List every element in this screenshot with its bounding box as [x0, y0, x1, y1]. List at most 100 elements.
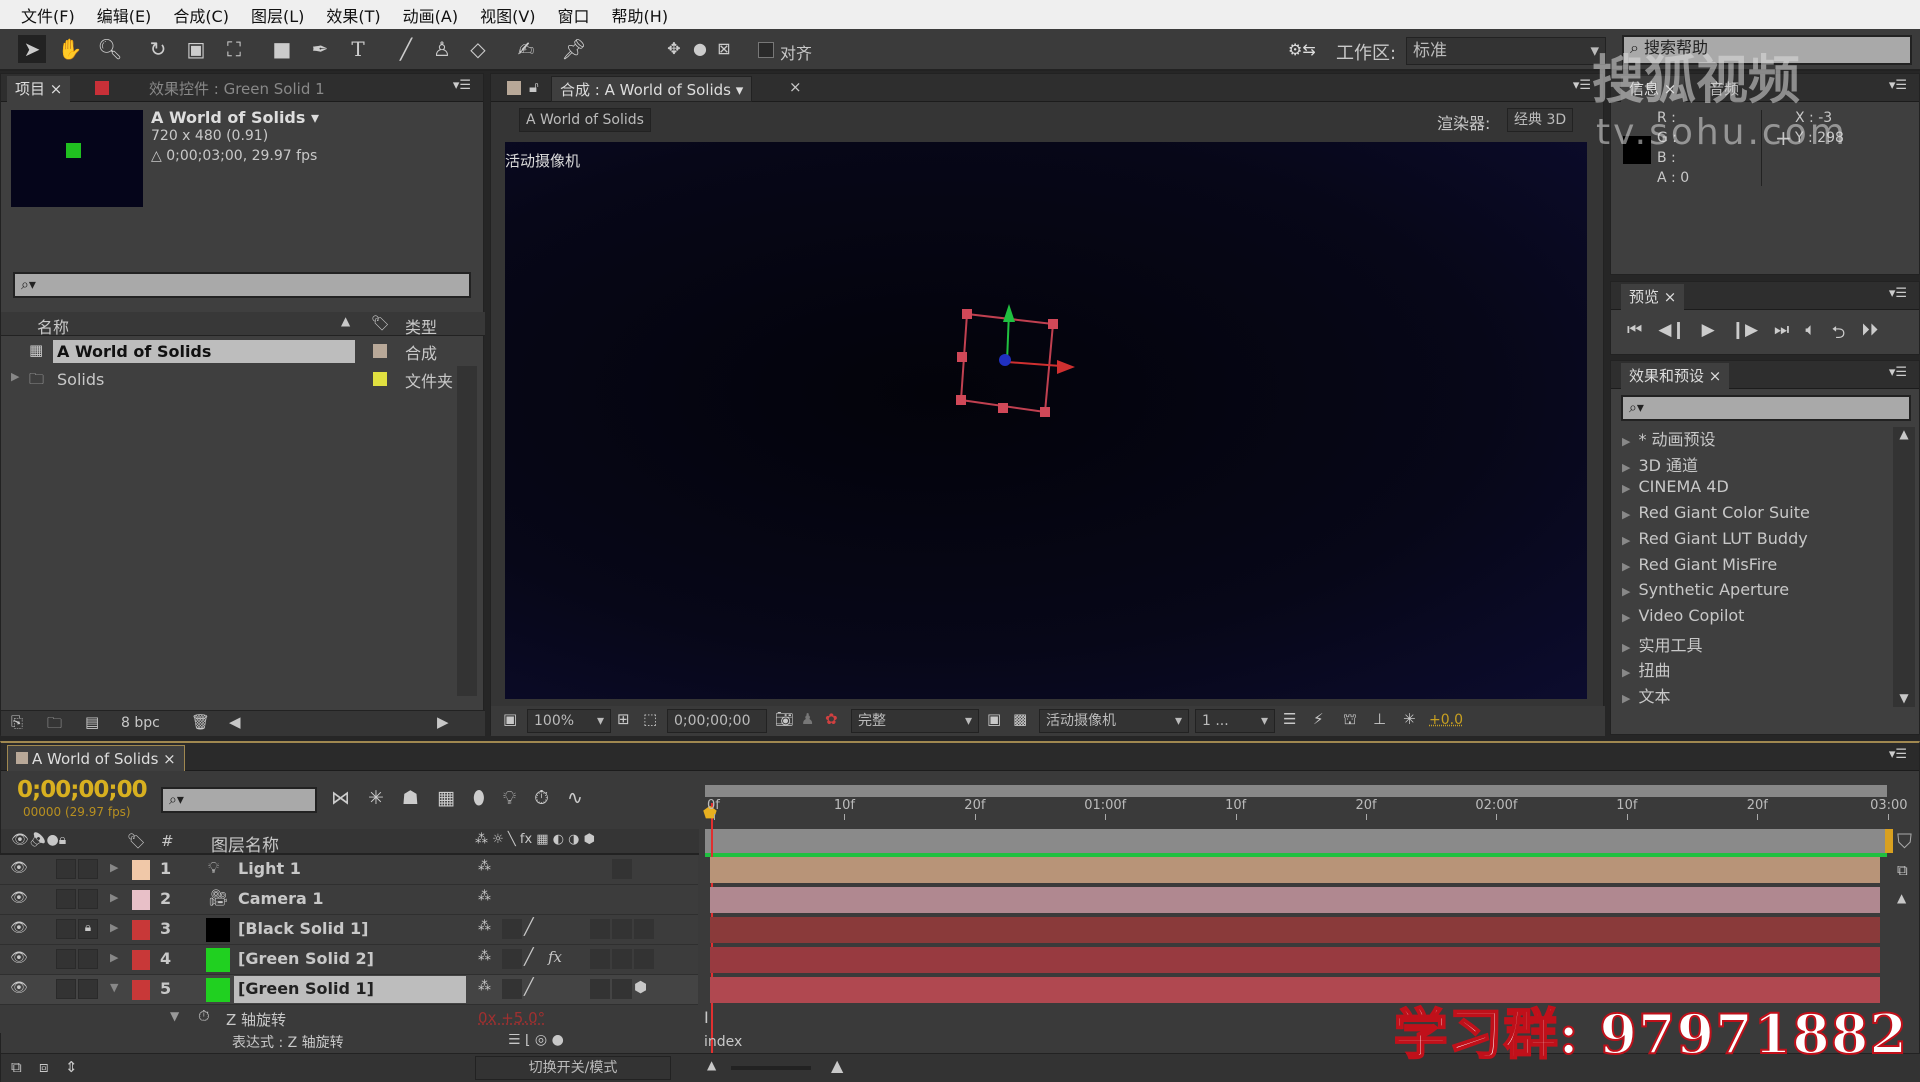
layer-duration-bar[interactable] — [710, 917, 1880, 943]
layer-switch[interactable] — [634, 919, 654, 939]
transparency-grid-icon[interactable]: ▩ — [1013, 710, 1027, 728]
collapse-icon[interactable]: ▼ — [110, 981, 118, 994]
menu-item[interactable]: 帮助(H) — [601, 3, 680, 27]
draft-3d-icon[interactable]: ✳ — [368, 787, 384, 809]
clone-stamp-tool-icon[interactable]: ♙ — [428, 35, 456, 63]
expression-text[interactable]: index — [704, 1034, 742, 1050]
timeline-icon[interactable]: ⛫ — [1343, 710, 1357, 730]
text-tool-icon[interactable]: T — [344, 35, 372, 63]
work-area-end-handle[interactable] — [1885, 829, 1893, 853]
workspace-sync-icon[interactable]: ⚙⇆ — [1288, 40, 1316, 59]
next-frame-icon[interactable]: ❙▶ — [1731, 320, 1758, 349]
play-icon[interactable]: ▶ — [1702, 320, 1715, 349]
layer-switch[interactable] — [612, 979, 632, 999]
expand-icon[interactable]: ▶ — [1622, 435, 1630, 448]
shy-switch-icon[interactable]: ⁂ — [478, 889, 491, 904]
project-item[interactable]: ▦ A World of Solids 合成 — [1, 338, 457, 365]
effects-scrollbar[interactable]: ▲ ▼ — [1893, 427, 1915, 707]
label-tag-icon[interactable]: 🏷︎ — [371, 314, 390, 332]
expand-icon[interactable]: ▶ — [11, 370, 19, 383]
layer-row[interactable]: 👁︎ ▶ 1 💡︎ Light 1 ⁂ — [0, 855, 698, 885]
new-folder-icon[interactable]: 🗀 — [47, 713, 62, 738]
brush-tool-icon[interactable]: ╱ — [392, 35, 420, 63]
bit-depth[interactable]: 8 bpc — [121, 715, 160, 731]
panel-menu-icon[interactable]: ▾☰ — [1573, 78, 1591, 93]
lock-switch[interactable] — [78, 889, 98, 909]
pixel-aspect-icon[interactable]: ☰ — [1283, 710, 1296, 728]
fast-previews-icon[interactable]: ⚡ — [1313, 710, 1324, 728]
roto-brush-tool-icon[interactable]: ✍ — [512, 35, 540, 63]
shy-switch-icon[interactable]: ⁂ — [478, 919, 491, 934]
scroll-right-icon[interactable]: ▶ — [437, 713, 449, 731]
effects-category[interactable]: ▶ Red Giant LUT Buddy — [1622, 529, 1808, 548]
layer-switch[interactable] — [612, 859, 632, 879]
solo-switch[interactable] — [56, 919, 76, 939]
expand-icon[interactable]: ▶ — [110, 891, 118, 904]
panel-menu-icon[interactable]: ▾☰ — [1889, 747, 1907, 762]
view-select[interactable]: 活动摄像机 ▾ — [1039, 709, 1189, 733]
panel-menu-icon[interactable]: ▾☰ — [453, 78, 471, 93]
collapse-switch[interactable] — [502, 979, 522, 999]
flowchart-icon[interactable]: ⊥ — [1373, 710, 1386, 728]
solo-switch[interactable] — [56, 979, 76, 999]
loop-icon[interactable]: ⮌ — [1832, 320, 1846, 349]
menu-item[interactable]: 文件(F) — [10, 3, 86, 27]
color-channels-icon[interactable]: ✿ — [825, 710, 838, 728]
panel-menu-icon[interactable]: ▾☰ — [1889, 78, 1907, 93]
tab-timeline-comp[interactable]: A World of Solids × — [7, 745, 185, 771]
3d-layer-icon[interactable]: ⬢ — [634, 978, 647, 996]
expand-icon[interactable]: ▶ — [1622, 585, 1630, 598]
effects-category[interactable]: ▶ * 动画预设 — [1622, 426, 1716, 450]
view-axis-icon[interactable]: ⊠ — [710, 35, 738, 63]
layer-duration-bar[interactable] — [710, 947, 1880, 973]
rotate-tool-icon[interactable]: ↻ — [144, 35, 172, 63]
layer-row[interactable]: 👁︎ ▶ 4 [Green Solid 2] ⁂ ╱ fx — [0, 945, 698, 975]
pen-tool-icon[interactable]: ✒ — [306, 35, 334, 63]
breadcrumb[interactable]: A World of Solids — [519, 108, 651, 132]
collapse-switch[interactable] — [502, 919, 522, 939]
zoom-out-icon[interactable]: ▲ — [707, 1058, 716, 1072]
layer-switch[interactable] — [634, 949, 654, 969]
layer-row[interactable]: 👁︎ 🔒︎ ▶ 3 [Black Solid 1] ⁂ ╱ — [0, 915, 698, 945]
menu-item[interactable]: 视图(V) — [469, 3, 546, 27]
layer-duration-bar[interactable] — [710, 887, 1880, 913]
comp-button-icon[interactable]: ⧉ — [1897, 861, 1908, 879]
expand-icon[interactable]: ▶ — [1622, 666, 1630, 679]
layer-name[interactable]: Camera 1 — [234, 886, 466, 913]
expand-icon[interactable]: ▶ — [1622, 461, 1630, 474]
effects-category[interactable]: ▶ 3D 通道 — [1622, 452, 1698, 476]
lock-switch[interactable] — [78, 949, 98, 969]
expand-icon[interactable]: ▶ — [110, 951, 118, 964]
layer-name[interactable]: [Green Solid 1] — [234, 976, 466, 1003]
label-swatch[interactable] — [132, 920, 150, 940]
label-tag-icon[interactable]: 🏷︎ — [127, 832, 146, 850]
pan-behind-tool-icon[interactable]: ⛶ — [220, 35, 248, 63]
lock-icon[interactable]: 🔓︎ — [529, 78, 539, 96]
audio-icon[interactable]: 🔈︎ — [1805, 320, 1815, 349]
panel-menu-icon[interactable]: ▾☰ — [1889, 365, 1907, 380]
region-of-interest-icon[interactable]: ▣ — [503, 710, 517, 728]
tab-effects-presets[interactable]: 效果和预设 × — [1621, 363, 1730, 389]
shy-switch-icon[interactable]: ⁂ — [478, 979, 491, 994]
sort-up-icon[interactable]: ▲ — [341, 314, 350, 328]
layer-name[interactable]: [Green Solid 2] — [234, 946, 466, 973]
effects-search-input[interactable]: ⌕▾ — [1621, 395, 1911, 421]
collapse-icon[interactable]: ▼ — [170, 1009, 179, 1023]
renderer-button[interactable]: 经典 3D — [1507, 108, 1574, 132]
effects-category[interactable]: ▶ 扭曲 — [1622, 657, 1670, 681]
previous-frame-icon[interactable]: ◀❙ — [1658, 320, 1685, 349]
layer-switch[interactable] — [590, 949, 610, 969]
menu-item[interactable]: 动画(A) — [392, 3, 469, 27]
label-swatch[interactable] — [373, 372, 387, 386]
grid-icon[interactable]: ⊞ — [617, 710, 630, 728]
quality-switch-icon[interactable]: ╱ — [524, 947, 534, 966]
current-time[interactable]: 0;00;00;00 — [17, 777, 148, 803]
new-comp-icon[interactable]: ▤ — [85, 713, 99, 731]
mask-visibility-icon[interactable]: ⬚ — [643, 710, 657, 728]
solo-switch[interactable] — [56, 889, 76, 909]
graph-editor-icon[interactable]: ∿ — [567, 787, 583, 809]
layer-name[interactable]: Light 1 — [234, 856, 466, 883]
eye-icon[interactable]: 👁︎ — [10, 950, 28, 966]
tab-effect-controls[interactable]: 效果控件 : Green Solid 1 — [141, 76, 333, 102]
last-frame-icon[interactable]: ⏭ — [1774, 320, 1789, 349]
